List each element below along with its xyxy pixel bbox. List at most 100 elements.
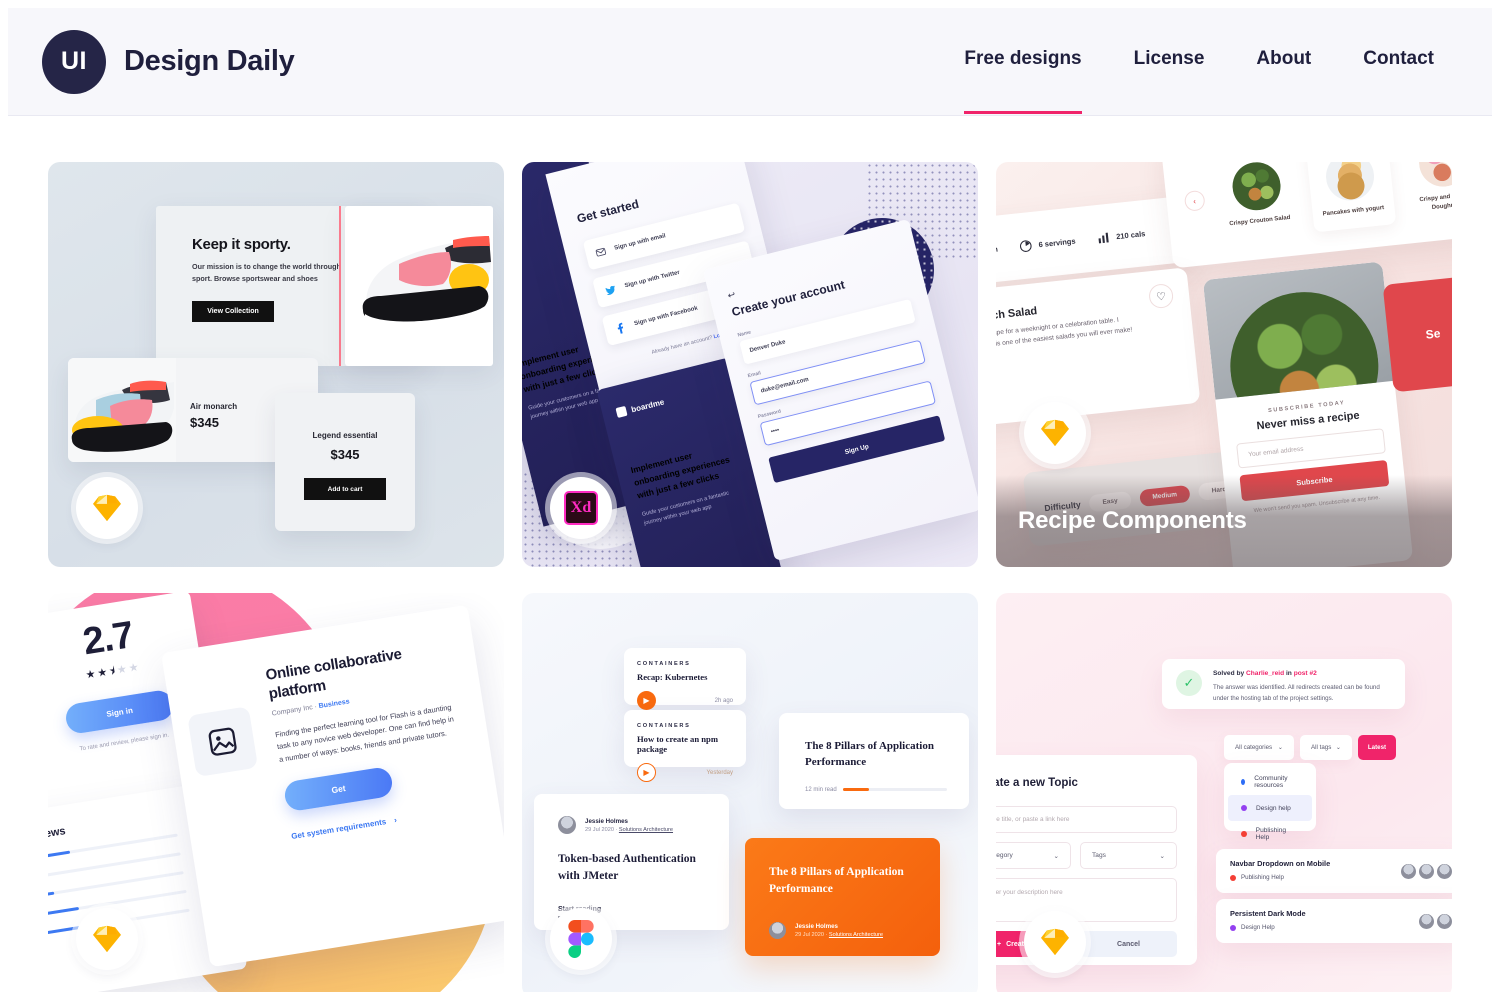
recipe-servings: 6 servings xyxy=(1038,235,1076,249)
solved-by-line: Solved by Charlie_reid in post #2 xyxy=(1213,670,1389,677)
latest-filter-button[interactable]: Latest xyxy=(1358,735,1396,760)
brand-name: Design Daily xyxy=(124,45,295,77)
all-categories-filter[interactable]: All categories ⌄ xyxy=(1224,735,1294,760)
main-nav: Free designs License About Contact xyxy=(964,8,1434,116)
system-requirements-link[interactable]: Get system requirements › xyxy=(291,804,474,842)
topic-2-participants xyxy=(1419,914,1452,929)
legend-product-name: Legend essential xyxy=(312,431,378,440)
side-action-button[interactable]: Se xyxy=(1382,275,1452,393)
forum-topic-row-1[interactable]: Navbar Dropdown on Mobile Publishing Hel… xyxy=(1216,849,1452,893)
recipe-time: min xyxy=(996,244,999,255)
avatar xyxy=(1437,864,1452,879)
name-value: Denver Duke xyxy=(749,339,787,355)
blog-kicker-1: CONTAINERS xyxy=(637,661,691,667)
app-window: UI Design Daily Free designs License Abo… xyxy=(8,8,1492,992)
design-card-forum-components[interactable]: ✓ Solved by Charlie_reid in post #2 The … xyxy=(996,593,1452,992)
related-recipe-3[interactable]: Crispy and Creamy Doughnuts xyxy=(1400,162,1452,215)
blog-mini-card-2[interactable]: CONTAINERS How to create an npm package … xyxy=(624,710,746,782)
get-app-button[interactable]: Get xyxy=(282,766,395,813)
plus-icon: + xyxy=(997,940,1002,948)
tags-select[interactable]: Tags ⌄ xyxy=(1080,842,1177,869)
solved-banner: ✓ Solved by Charlie_reid in post #2 The … xyxy=(1162,659,1405,709)
recipe-thumb-pancakes xyxy=(1323,162,1377,203)
dropdown-item-community[interactable]: Community resources xyxy=(1228,769,1312,795)
author-date: 29 Jul 2020 · xyxy=(585,826,618,833)
nav-item-about[interactable]: About xyxy=(1256,48,1311,114)
signup-twitter-label: Sign up with Twitter xyxy=(624,269,681,290)
design-card-recipe-components[interactable]: min 6 servings 210 cals ‹ Crispy Crouton… xyxy=(996,162,1452,567)
design-card-blog-cards[interactable]: CONTAINERS Recap: Kubernetes ▶ 2h ago CO… xyxy=(522,593,978,992)
nav-item-contact[interactable]: Contact xyxy=(1363,48,1434,114)
blog-article-card[interactable]: Jessie Holmes 29 Jul 2020 · Solutions Ar… xyxy=(534,794,729,930)
hero-divider xyxy=(339,206,341,366)
chevron-down-icon: ⌄ xyxy=(1053,852,1059,860)
already-account-text: Already have an account? xyxy=(651,334,713,356)
play-icon-2[interactable]: ▶ xyxy=(637,763,656,782)
solved-prefix: Solved by xyxy=(1213,670,1245,677)
favorite-heart-icon[interactable]: ♡ xyxy=(1147,282,1175,310)
carousel-prev-button[interactable]: ‹ xyxy=(1183,189,1206,212)
dropdown-item-design[interactable]: Design help xyxy=(1228,795,1312,821)
solved-user[interactable]: Charlie_reid xyxy=(1246,670,1284,677)
blog-orange-card[interactable]: The 8 Pillars of Application Performance… xyxy=(745,838,940,956)
password-value: •••• xyxy=(770,427,781,436)
topic-description-input[interactable]: Enter your description here xyxy=(996,878,1177,922)
blog-article-title: Token-based Authentication with JMeter xyxy=(558,853,696,883)
brand[interactable]: UI Design Daily xyxy=(42,29,295,94)
author-topic[interactable]: Solutions Architecture xyxy=(619,827,673,833)
product-card-legend-essential[interactable]: Legend essential $345 Add to cart xyxy=(275,393,415,531)
recipe-detail-card: ♡ Spinach Salad Simple recipe for a week… xyxy=(996,267,1201,429)
dot-icon-purple xyxy=(1241,805,1247,811)
cancel-button[interactable]: Cancel xyxy=(1080,931,1177,957)
dropdown-item-publishing[interactable]: Publishing Help xyxy=(1228,821,1312,847)
play-icon-1[interactable]: ▶ xyxy=(637,691,656,710)
sketch-icon xyxy=(1041,928,1069,956)
tool-badge-sketch xyxy=(76,477,138,539)
servings-icon xyxy=(1020,239,1032,252)
chevron-down-icon: ⌄ xyxy=(1277,744,1283,751)
blog-author-meta: 29 Jul 2020 · Solutions Architecture xyxy=(585,827,673,833)
blog-time-1: 2h ago xyxy=(714,697,733,704)
view-collection-button[interactable]: View Collection xyxy=(192,300,274,322)
app-title: Online collaborative platform xyxy=(264,645,403,703)
orange-author-meta: 29 Jul 2020 · Solutions Architecture xyxy=(795,932,883,938)
forum-topic-row-2[interactable]: Persistent Dark Mode Design Help xyxy=(1216,899,1452,943)
app-category[interactable]: Business xyxy=(318,698,350,710)
orange-author-topic[interactable]: Solutions Architecture xyxy=(829,932,883,938)
topic-2-title: Persistent Dark Mode xyxy=(1230,909,1306,918)
sketch-icon xyxy=(93,494,121,522)
design-card-user-onboarding[interactable]: Implement user onboarding experiences wi… xyxy=(522,162,978,567)
sketch-icon xyxy=(93,925,121,953)
all-tags-filter[interactable]: All tags ⌄ xyxy=(1300,735,1352,760)
filter-bar: All categories ⌄ All tags ⌄ Latest xyxy=(1224,735,1396,760)
related-recipe-1[interactable]: Crispy Crouton Salad xyxy=(1213,162,1301,230)
signin-button[interactable]: Sign in xyxy=(63,688,176,736)
recipe-thumb-salad xyxy=(1229,162,1283,213)
topic-1-title: Navbar Dropdown on Mobile xyxy=(1230,859,1331,868)
dropdown-item-3-label: Publishing Help xyxy=(1255,827,1287,841)
nav-item-free-designs[interactable]: Free designs xyxy=(964,48,1082,114)
chevron-down-icon: ⌄ xyxy=(1335,744,1341,751)
related-recipe-2[interactable]: Pancakes with yogurt xyxy=(1305,162,1397,233)
blog-post-title-2: How to create an npm package xyxy=(637,734,718,754)
product-name: Air monarch xyxy=(190,402,238,411)
app-icon-placeholder xyxy=(187,706,259,778)
tool-badge-sketch-forum xyxy=(1024,911,1086,973)
design-card-app-store[interactable]: 2.7 ★★⯨★★ Sign in To rate and review, pl… xyxy=(48,593,504,992)
category-dropdown: Community resources Design help Publishi… xyxy=(1224,763,1316,841)
sketch-icon xyxy=(1041,419,1069,447)
design-card-sneaker-store[interactable]: Keep it sporty. Our mission is to change… xyxy=(48,162,504,567)
blog-feature-card[interactable]: The 8 Pillars of Application Performance… xyxy=(779,713,969,809)
read-progress-bar xyxy=(843,788,947,792)
orange-author-date: 29 Jul 2020 · xyxy=(795,932,828,939)
blog-mini-card-1[interactable]: CONTAINERS Recap: Kubernetes ▶ 2h ago xyxy=(624,648,746,710)
image-icon xyxy=(208,727,237,756)
solved-post-link[interactable]: post #2 xyxy=(1294,670,1317,677)
dot-icon-red xyxy=(1241,831,1247,837)
category-select[interactable]: Category ⌄ xyxy=(996,842,1071,869)
add-to-cart-button[interactable]: Add to cart xyxy=(304,478,386,500)
site-header: UI Design Daily Free designs License Abo… xyxy=(8,8,1492,116)
blog-kicker-2: CONTAINERS xyxy=(637,723,691,729)
nav-item-license[interactable]: License xyxy=(1134,48,1205,114)
topic-title-input[interactable]: Type title, or paste a link here xyxy=(996,806,1177,833)
